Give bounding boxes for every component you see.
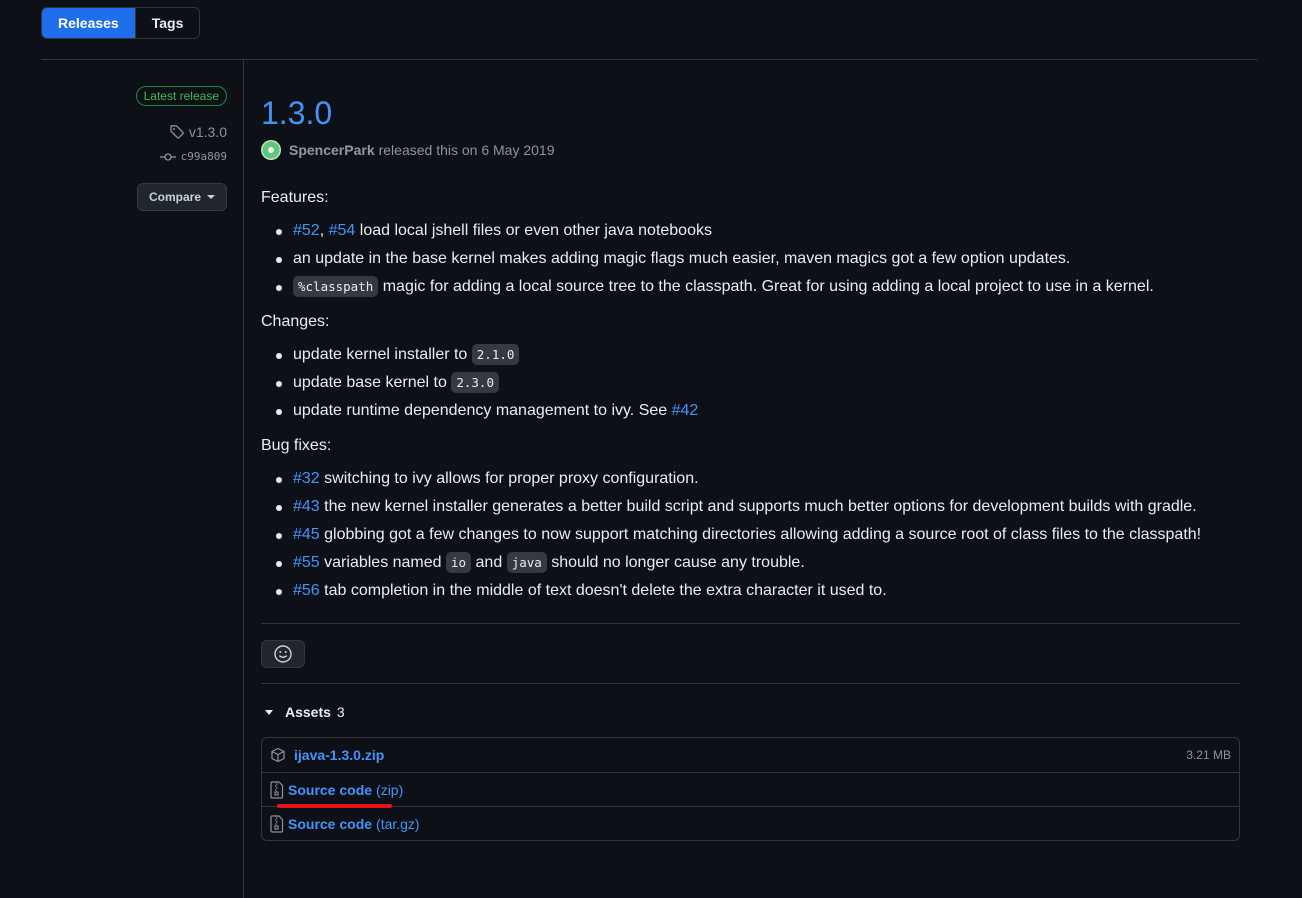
bugfixes-heading: Bug fixes: xyxy=(261,437,332,454)
list-item: update runtime dependency management to … xyxy=(261,401,1240,421)
item-text: update base kernel to xyxy=(293,374,447,391)
tag-name: v1.3.0 xyxy=(188,124,227,140)
item-text: should no longer cause any trouble. xyxy=(551,554,805,571)
commit-icon xyxy=(159,152,176,161)
top-divider xyxy=(41,59,1257,60)
issue-link[interactable]: #32 xyxy=(293,470,320,487)
author-link[interactable]: SpencerPark xyxy=(289,142,375,158)
item-text: update kernel installer to xyxy=(293,346,468,363)
list-item: #52, #54 load local jshell files or even… xyxy=(261,221,1240,241)
item-text: globbing got a few changes to now suppor… xyxy=(324,526,1202,543)
asset-link[interactable]: ijava-1.3.0.zip xyxy=(294,747,384,763)
tab-tags[interactable]: Tags xyxy=(134,8,200,38)
triangle-down-icon xyxy=(265,709,273,715)
tag-link[interactable]: v1.3.0 xyxy=(169,124,227,140)
tag-icon xyxy=(170,125,184,139)
list-item: #45 globbing got a few changes to now su… xyxy=(261,525,1240,545)
release-title[interactable]: 1.3.0 xyxy=(261,90,1240,136)
file-zip-icon xyxy=(270,780,284,799)
changes-list: update kernel installer to 2.1.0 update … xyxy=(261,344,1240,421)
reaction-button[interactable] xyxy=(261,640,305,668)
release-byline: SpencerPark released this on 6 May 2019 xyxy=(261,140,1240,160)
list-item: %classpath magic for adding a local sour… xyxy=(261,276,1240,297)
asset-row: ijava-1.3.0.zip 3.21 MB xyxy=(262,738,1239,772)
inline-code: java xyxy=(506,552,547,573)
item-text: tab completion in the middle of text doe… xyxy=(324,582,887,599)
item-text: an update in the base kernel makes addin… xyxy=(293,250,1071,267)
avatar[interactable] xyxy=(261,140,281,160)
list-item: #55 variables named io and java should n… xyxy=(261,552,1240,573)
list-item: #43 the new kernel installer generates a… xyxy=(261,497,1240,517)
issue-link[interactable]: #45 xyxy=(293,526,320,543)
divider xyxy=(261,623,1240,624)
release-body: 1.3.0 SpencerPark released this on 6 May… xyxy=(261,86,1240,841)
released-text: released this on 6 May 2019 xyxy=(378,142,555,158)
issue-link[interactable]: #43 xyxy=(293,498,320,515)
changes-heading: Changes: xyxy=(261,313,330,330)
tab-releases[interactable]: Releases xyxy=(42,8,135,38)
assets-label: Assets xyxy=(285,704,331,720)
inline-code: 2.1.0 xyxy=(471,344,520,365)
item-text: update runtime dependency management to … xyxy=(293,402,668,419)
inline-code: io xyxy=(446,552,472,573)
divider xyxy=(261,683,1240,684)
asset-format: (zip) xyxy=(376,781,404,798)
latest-release-badge: Latest release xyxy=(135,86,227,106)
inline-code: %classpath xyxy=(293,276,379,297)
asset-format: (tar.gz) xyxy=(376,815,420,832)
release-tabs: Releases Tags xyxy=(41,7,201,39)
issue-link[interactable]: #56 xyxy=(293,582,320,599)
asset-row: Source code (tar.gz) xyxy=(262,806,1239,840)
file-zip-icon xyxy=(270,814,284,833)
asset-size: 3.21 MB xyxy=(1186,748,1231,762)
list-item: update base kernel to 2.3.0 xyxy=(261,372,1240,393)
list-item: update kernel installer to 2.1.0 xyxy=(261,344,1240,365)
compare-button[interactable]: Compare xyxy=(137,183,227,211)
smiley-icon xyxy=(274,645,292,663)
commit-sha: c99a809 xyxy=(180,150,227,163)
list-item: an update in the base kernel makes addin… xyxy=(261,249,1240,269)
item-text: load local jshell files or even other ja… xyxy=(359,222,712,239)
chevron-down-icon xyxy=(207,195,215,199)
annotation-underline xyxy=(277,804,392,808)
item-text: and xyxy=(475,554,503,571)
issue-link[interactable]: #42 xyxy=(672,402,699,419)
assets-toggle[interactable]: Assets 3 xyxy=(261,704,1240,720)
bugfixes-list: #32 switching to ivy allows for proper p… xyxy=(261,469,1240,601)
issue-link[interactable]: #54 xyxy=(329,222,356,239)
source-code-targz-link[interactable]: Source code xyxy=(288,816,372,832)
commit-link[interactable]: c99a809 xyxy=(159,150,227,163)
vertical-divider xyxy=(243,60,244,898)
assets-count: 3 xyxy=(336,704,345,720)
inline-code: 2.3.0 xyxy=(451,372,499,393)
item-text: magic for adding a local source tree to … xyxy=(382,278,1154,295)
package-icon xyxy=(271,747,285,763)
separator: , xyxy=(319,222,325,239)
item-text: the new kernel installer generates a bet… xyxy=(324,498,1197,515)
list-item: #56 tab completion in the middle of text… xyxy=(261,581,1240,601)
assets-list: ijava-1.3.0.zip 3.21 MB Source code (zip… xyxy=(261,737,1240,841)
item-text: switching to ivy allows for proper proxy… xyxy=(324,470,699,487)
item-text: variables named xyxy=(324,554,442,571)
issue-link[interactable]: #55 xyxy=(293,554,320,571)
compare-label: Compare xyxy=(148,190,201,204)
asset-row: Source code (zip) xyxy=(262,772,1239,806)
issue-link[interactable]: #52 xyxy=(293,222,320,239)
features-heading: Features: xyxy=(261,189,329,206)
source-code-zip-link[interactable]: Source code xyxy=(288,782,372,798)
features-list: #52, #54 load local jshell files or even… xyxy=(261,221,1240,297)
list-item: #32 switching to ivy allows for proper p… xyxy=(261,469,1240,489)
